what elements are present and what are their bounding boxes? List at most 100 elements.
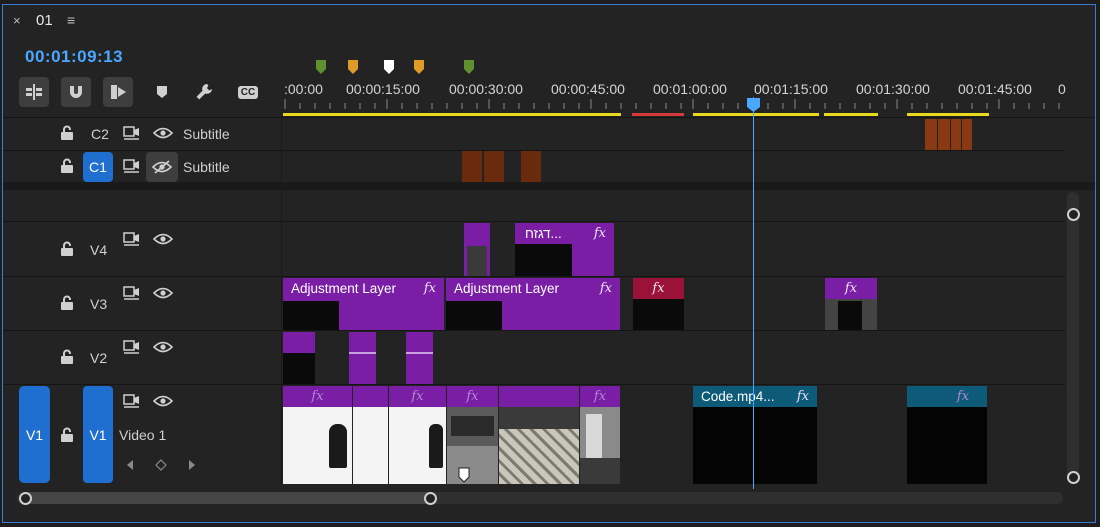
track-name-c1[interactable]: Subtitle [183,159,230,175]
track-lock-icon[interactable] [60,295,74,311]
timeline-marker-green[interactable] [315,59,327,75]
track-lock-icon[interactable] [60,427,74,443]
playhead-handle[interactable] [746,97,761,113]
video-clip[interactable]: fx [825,278,877,330]
video-clip[interactable]: fx [447,386,498,484]
track-separator [3,330,1065,331]
ruler-label: 00:00:30:00 [449,81,523,97]
track-visibility-eye-icon[interactable] [153,127,173,139]
track-hidden-eye-icon[interactable] [146,152,178,182]
sync-lock-icon[interactable] [123,232,140,246]
track-label-v2[interactable]: V2 [90,350,107,366]
fx-badge-icon: fx [844,281,858,296]
track-lock-icon[interactable] [60,349,74,365]
fx-badge-icon: fx [593,389,607,404]
track-visibility-eye-icon[interactable] [153,395,173,407]
playhead-timecode[interactable]: 00:01:09:13 [25,47,123,67]
clip-marker-icon[interactable] [458,467,470,483]
render-bar-rendered [283,113,621,116]
video-clip[interactable] [499,386,579,484]
sync-lock-icon[interactable] [123,340,140,354]
video-clip[interactable] [349,332,376,384]
fx-badge-icon: fx [466,389,479,404]
sync-lock-icon[interactable] [123,159,140,173]
captions-cc-icon[interactable]: CC [233,77,263,107]
timeline-marker-white[interactable] [383,59,395,75]
track-visibility-eye-icon[interactable] [153,233,173,245]
track-label-v3[interactable]: V3 [90,296,107,312]
ruler-label: :00:00 [284,81,323,97]
track-lock-icon[interactable] [60,158,74,174]
captions-cc-text: CC [237,85,259,99]
video-clip[interactable]: fx [907,386,987,484]
track-visibility-eye-icon[interactable] [153,341,173,353]
header-divider [281,117,282,484]
track-visibility-eye-icon[interactable] [153,287,173,299]
sync-lock-icon[interactable] [123,286,140,300]
panel-menu-icon[interactable]: ≡ [67,12,75,28]
insert-sequence-as-nest-icon[interactable] [19,77,49,107]
track-name-v1[interactable]: Video 1 [119,427,166,443]
horizontal-scroll-handle-right[interactable] [424,492,437,505]
sequence-tab-title[interactable]: 01 [36,12,53,29]
track-lock-icon[interactable] [60,125,74,141]
track-separator [3,384,1065,385]
caption-clip[interactable] [462,151,482,182]
adjustment-layer-clip[interactable]: Adjustment Layer fx [283,278,444,330]
snap-magnet-icon[interactable] [61,77,91,107]
fx-badge-icon: fx [423,281,436,296]
vertical-scrollbar[interactable] [1067,192,1079,484]
source-patch-v1[interactable]: V1 [19,386,50,483]
adjustment-layer-clip[interactable]: Adjustment Layer fx [446,278,620,330]
caption-clip[interactable] [951,119,961,150]
wrench-settings-icon[interactable] [189,77,219,107]
caption-clip[interactable] [962,119,972,150]
vertical-scroll-handle-bottom[interactable] [1067,471,1080,484]
timeline-marker-orange[interactable] [347,59,359,75]
horizontal-scroll-handle-left[interactable] [19,492,32,505]
video-clip[interactable] [283,332,315,384]
video-clip-code[interactable]: Code.mp4... fx [693,386,817,484]
ruler-label: 00:01:45:00 [958,81,1032,97]
add-marker-icon[interactable] [147,77,177,107]
sync-lock-icon[interactable] [123,126,140,140]
fx-badge-icon: fx [599,281,612,296]
sync-lock-icon[interactable] [123,394,140,408]
caption-clip[interactable] [938,119,950,150]
time-ruler-ticks[interactable] [283,99,1065,111]
track-label-v4[interactable]: V4 [90,242,107,258]
video-clip[interactable]: fx [580,386,620,484]
video-clip[interactable]: fx [389,386,446,484]
timeline-marker-orange[interactable] [413,59,425,75]
fx-badge-icon: fx [652,281,665,296]
video-clip[interactable]: fx [283,386,352,484]
tab-close-button[interactable]: × [13,13,21,28]
ruler-label: 00:00:45:00 [551,81,625,97]
video-clip[interactable] [406,332,433,384]
timeline-panel: × 01 ≡ 00:01:09:13 CC :00:00 00:00:15:00… [2,4,1096,523]
video-clip[interactable] [353,386,388,484]
video-clip[interactable] [464,223,490,276]
caption-video-divider[interactable] [3,182,1095,190]
linked-selection-icon[interactable] [103,77,133,107]
caption-clip[interactable] [925,119,937,150]
timeline-marker-green[interactable] [463,59,475,75]
title-clip[interactable]: דגזח... fx [515,223,614,276]
caption-clip[interactable] [484,151,504,182]
next-keyframe-icon[interactable] [187,459,197,471]
playhead-line[interactable] [753,97,754,489]
track-name-c2[interactable]: Subtitle [183,126,230,142]
render-bar-rendered [693,113,819,116]
track-lock-icon[interactable] [60,241,74,257]
fx-badge-icon: fx [593,226,606,241]
vertical-scroll-handle-top[interactable] [1067,208,1080,221]
track-target-v1[interactable]: V1 [83,386,113,483]
track-target-c1[interactable]: C1 [83,152,113,182]
previous-keyframe-icon[interactable] [125,459,135,471]
add-keyframe-icon[interactable] [155,459,167,471]
title-clip-name: דגזח... [525,226,562,241]
track-separator [3,221,1065,222]
video-clip[interactable]: fx [633,278,684,330]
horizontal-scroll-thumb[interactable] [23,492,433,504]
caption-clip[interactable] [521,151,541,182]
